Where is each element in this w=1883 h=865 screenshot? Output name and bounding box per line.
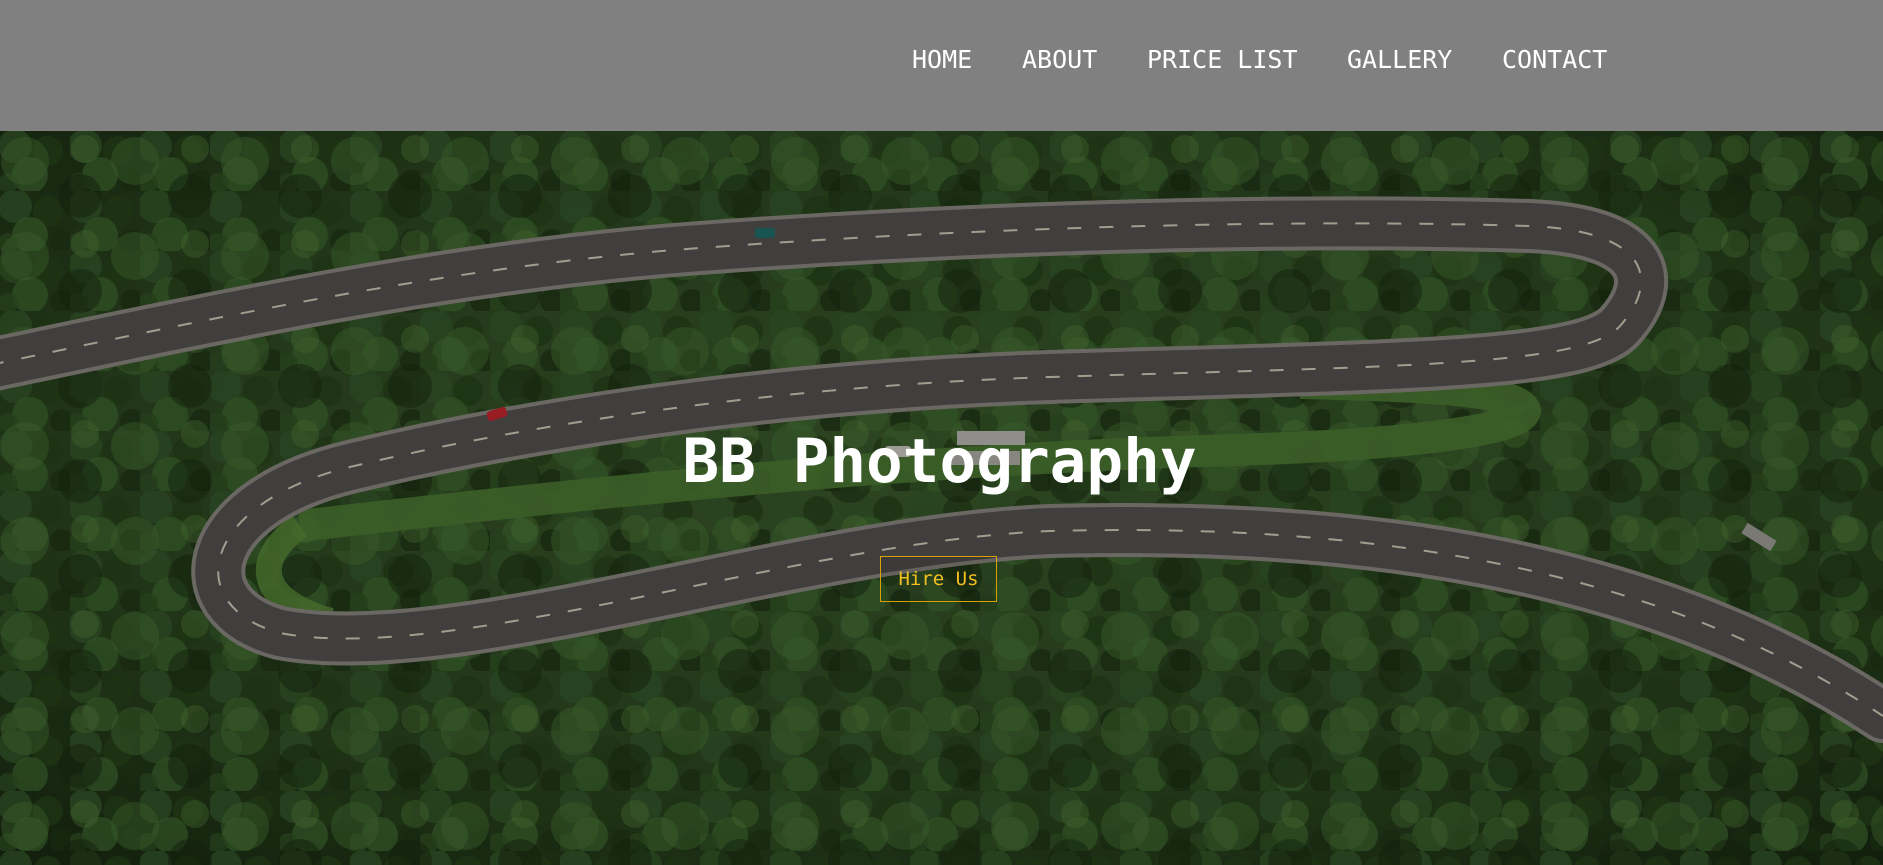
hero-background-image <box>0 131 1883 865</box>
hire-us-button[interactable]: Hire Us <box>880 556 997 602</box>
nav-contact-link[interactable]: CONTACT <box>1502 45 1607 75</box>
hero-section: BB Photography Hire Us <box>0 131 1883 865</box>
hero-title: BB Photography <box>682 426 1197 497</box>
nav-gallery-link[interactable]: GALLERY <box>1347 45 1452 75</box>
nav-menu: HOME ABOUT PRICE LIST GALLERY CONTACT <box>0 45 1883 75</box>
nav-home-link[interactable]: HOME <box>912 45 972 75</box>
navbar: HOME ABOUT PRICE LIST GALLERY CONTACT <box>0 0 1883 131</box>
nav-price-list-link[interactable]: PRICE LIST <box>1147 45 1298 75</box>
nav-about-link[interactable]: ABOUT <box>1022 45 1097 75</box>
